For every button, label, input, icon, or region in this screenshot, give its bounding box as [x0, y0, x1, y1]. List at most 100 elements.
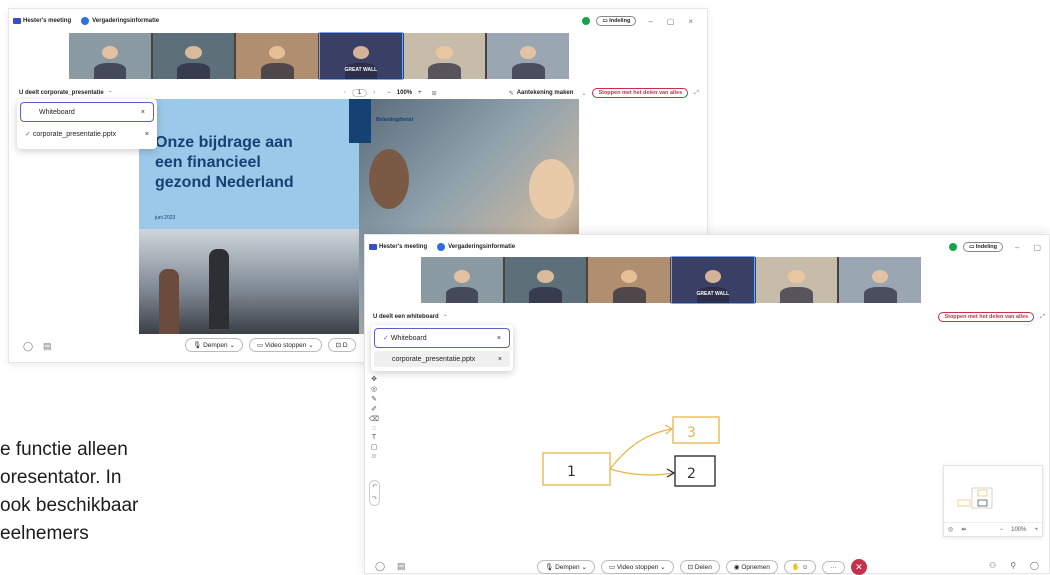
meeting-window-whiteboard: Hester's meeting Vergaderingsinformatie … — [364, 234, 1050, 575]
video-tile[interactable]: GREAT WALL — [671, 256, 755, 304]
whiteboard-tool-icon[interactable]: ◯ — [375, 561, 385, 572]
chevron-up-icon[interactable]: ⌃ — [443, 314, 448, 321]
info-icon[interactable] — [437, 243, 446, 251]
chat-icon[interactable]: ▤ — [397, 561, 406, 572]
video-tile[interactable] — [487, 33, 570, 79]
mute-button[interactable]: 🎙 Dempen ⌄ — [537, 560, 595, 574]
minimize-icon[interactable]: – — [648, 17, 652, 26]
share-list: ✓ Whiteboard × corporate_presentatie.ppt… — [371, 325, 513, 371]
eraser-icon[interactable]: ⌫ — [369, 415, 379, 423]
video-caption: GREAT WALL — [344, 67, 378, 73]
chevron-up-icon[interactable]: ⌃ — [108, 90, 113, 97]
color-icon[interactable]: ◎ — [371, 385, 377, 393]
share-item-presentation[interactable]: ✓ corporate_presentatie.pptx × — [17, 125, 157, 143]
highlighter-icon[interactable]: ✐ — [371, 405, 377, 413]
expand-icon[interactable]: ⤢ — [694, 90, 699, 97]
more-button[interactable]: ··· — [822, 560, 845, 574]
remove-icon[interactable]: × — [141, 109, 145, 116]
share-item-presentation[interactable]: corporate_presentatie.pptx × — [374, 351, 510, 367]
zoom-level: 100% — [1011, 526, 1027, 533]
remove-icon[interactable]: × — [497, 335, 501, 342]
layout-label: Indeling — [609, 18, 631, 24]
restore-icon[interactable]: ▢ — [667, 17, 675, 26]
grid-view-icon[interactable]: ⊞ — [432, 90, 437, 97]
annotate-button[interactable]: Aantekening maken — [517, 90, 574, 96]
status-icon — [949, 243, 958, 251]
participants-icon[interactable]: ⚲ — [1010, 561, 1016, 570]
close-icon[interactable]: × — [688, 17, 693, 26]
meeting-info-link[interactable]: Vergaderingsinformatie — [448, 244, 515, 250]
person-figure — [159, 269, 179, 334]
whiteboard-canvas[interactable]: 1 2 3 — [535, 413, 725, 493]
redo-icon[interactable]: ↷ — [370, 493, 379, 505]
whiteboard-tool-icon[interactable]: ◯ — [23, 341, 33, 352]
video-tile[interactable] — [588, 257, 671, 303]
video-tile[interactable] — [421, 257, 503, 303]
zoom-level: 100% — [396, 90, 413, 96]
layout-button[interactable]: ▭ Indeling — [596, 16, 637, 26]
chevron-down-icon[interactable]: ⌄ — [581, 90, 586, 97]
stop-sharing-button[interactable]: Stoppen met het delen van alles — [592, 88, 689, 98]
move-icon[interactable]: ✥ — [371, 375, 377, 383]
zoom-out-icon[interactable]: − — [1000, 527, 1004, 533]
slide-photo-street — [139, 229, 359, 334]
share-item-whiteboard[interactable]: Whiteboard × — [20, 102, 154, 122]
prev-page-icon[interactable]: ‹ — [344, 90, 346, 96]
undo-icon[interactable]: ↶ — [370, 481, 379, 493]
slide-title-line: gezond Nederland — [155, 174, 294, 191]
recenter-icon[interactable]: ◎ — [948, 526, 953, 533]
zoom-in-icon[interactable]: + — [418, 90, 422, 96]
share-item-whiteboard[interactable]: ✓ Whiteboard × — [374, 328, 510, 348]
leave-call-button[interactable]: ✕ — [850, 559, 867, 575]
video-tile[interactable] — [403, 33, 486, 79]
zoom-out-icon[interactable]: − — [387, 90, 391, 96]
whiteboard-label: 1 — [567, 464, 576, 480]
whiteboard-box-1[interactable] — [542, 452, 611, 486]
fit-icon[interactable]: ⇹ — [961, 526, 966, 533]
video-tile[interactable]: GREAT WALL — [319, 32, 403, 80]
remove-icon[interactable]: × — [498, 356, 502, 363]
video-tile[interactable] — [755, 257, 838, 303]
whiteboard-box-3[interactable] — [672, 416, 720, 444]
mute-button[interactable]: 🎙 Dempen ⌄ — [185, 338, 243, 352]
restore-icon[interactable]: ▢ — [1033, 243, 1041, 252]
annotate-icon: ✎ — [508, 90, 514, 97]
meeting-info-link[interactable]: Vergaderingsinformatie — [92, 18, 159, 24]
person-figure — [529, 159, 574, 219]
remove-icon[interactable]: × — [145, 131, 149, 138]
video-tile[interactable] — [236, 33, 319, 79]
slide-title-line: Onze bijdrage aan — [155, 134, 293, 151]
page-number[interactable]: 1 — [351, 89, 368, 97]
next-page-icon[interactable]: › — [373, 90, 375, 96]
chat-bubble-icon[interactable]: ◯ — [1030, 561, 1039, 570]
reaction-icon[interactable]: ☺ — [370, 453, 377, 460]
share-item-label: corporate_presentatie.pptx — [32, 131, 117, 138]
video-tile[interactable] — [152, 33, 235, 79]
video-button[interactable]: ▭ Video stoppen ⌄ — [600, 560, 674, 574]
zoom-in-icon[interactable]: + — [1034, 527, 1038, 533]
raise-hand-button[interactable]: ✋ ☺ — [783, 560, 817, 574]
stop-sharing-button[interactable]: Stoppen met het delen van alles — [938, 312, 1035, 322]
video-button[interactable]: ▭ Video stoppen ⌄ — [248, 338, 322, 352]
video-tile[interactable] — [839, 257, 922, 303]
share-status: U deelt corporate_presentatie — [19, 90, 104, 96]
minimize-icon[interactable]: – — [1015, 243, 1019, 252]
title-bar: Hester's meeting Vergaderingsinformatie … — [365, 235, 1049, 259]
expand-icon[interactable]: ⤢ — [1040, 314, 1045, 321]
text-icon[interactable]: T — [372, 434, 376, 441]
pen-icon[interactable]: ✎ — [371, 395, 377, 403]
share-button[interactable]: ⊡ D — [327, 338, 356, 352]
arrow-connector — [609, 428, 672, 470]
layout-button[interactable]: ▭ Indeling — [963, 242, 1003, 252]
chat-icon[interactable]: ▤ — [43, 341, 52, 352]
minimap[interactable]: ◎ ⇹ − 100% + — [943, 465, 1043, 537]
video-tile[interactable] — [504, 257, 587, 303]
person-figure — [369, 149, 409, 209]
share-button[interactable]: ⊡ Delen — [679, 560, 720, 574]
people-icon[interactable]: ⚇ — [989, 561, 996, 570]
video-tile[interactable] — [69, 33, 151, 79]
note-icon[interactable]: ▢ — [371, 443, 378, 451]
info-icon[interactable] — [81, 17, 90, 25]
record-button[interactable]: ◉ Opnemen — [725, 560, 778, 574]
lasso-icon[interactable]: ◌ — [372, 425, 376, 432]
